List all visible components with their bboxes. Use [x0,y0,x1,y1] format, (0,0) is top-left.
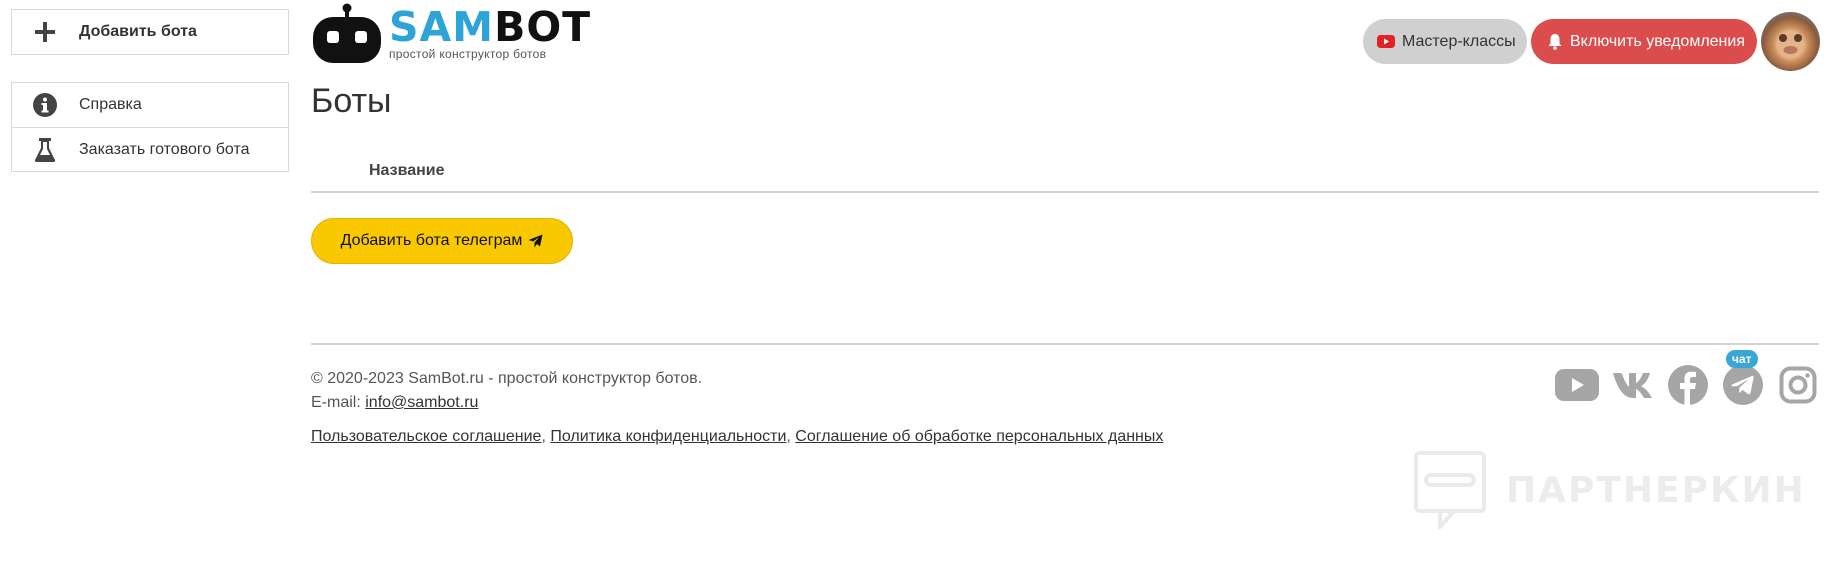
partnerkin-text: ПАРТНЕРКИН [1506,469,1806,511]
sidebar-item-label: Заказать готового бота [79,140,250,158]
privacy-policy-link[interactable]: Политика конфиденциальности [550,428,786,445]
plus-icon [30,17,60,47]
partnerkin-logo-icon [1414,451,1486,529]
add-telegram-bot-label: Добавить бота телеграм [340,232,523,249]
personal-data-agreement-link[interactable]: Соглашение об обработке персональных дан… [795,428,1163,445]
instagram-social-icon[interactable] [1777,364,1819,406]
table-divider [311,191,1819,193]
logo-bot: BOT [494,3,592,51]
enable-notifications-button[interactable]: Включить уведомления [1531,19,1757,64]
email-label: E-mail: [311,394,366,411]
youtube-social-icon[interactable] [1555,364,1599,406]
paper-plane-icon [528,234,543,248]
master-classes-button[interactable]: Мастер-классы [1363,19,1527,64]
chat-badge: чат [1726,350,1758,368]
bell-icon [1547,33,1563,50]
info-icon [30,90,60,120]
social-links: чат [1555,350,1827,406]
logo-sam: SAM [389,3,495,51]
email-link[interactable]: info@sambot.ru [365,394,478,411]
facebook-social-icon[interactable] [1667,364,1709,406]
sidebar-item-order-bot[interactable]: Заказать готового бота [12,127,288,171]
add-bot-label: Добавить бота [79,23,197,40]
youtube-icon [1377,35,1395,48]
user-avatar[interactable] [1761,12,1820,71]
robot-logo-icon [313,3,381,63]
copyright-text: © 2020-2023 SamBot.ru - простой конструк… [311,370,703,387]
flask-icon [30,135,60,165]
add-bot-button[interactable]: Добавить бота [12,10,288,54]
sidebar-item-label: Справка [79,96,142,113]
footer-copyright-block: © 2020-2023 SamBot.ru - простой конструк… [311,367,702,415]
column-header-name[interactable]: Название [369,162,445,180]
user-agreement-link[interactable]: Пользовательское соглашение [311,428,541,445]
logo[interactable]: SAMBOT простой конструктор ботов [311,3,591,65]
partnerkin-watermark: ПАРТНЕРКИН [1414,451,1806,529]
add-telegram-bot-button[interactable]: Добавить бота телеграм [311,218,573,264]
enable-notifications-label: Включить уведомления [1570,32,1745,50]
page-title: Боты [311,82,392,120]
sidebar-menu: Справка Заказать готового бота [11,82,289,172]
footer-divider [311,343,1819,345]
master-classes-label: Мастер-классы [1402,32,1516,50]
sidebar-item-help[interactable]: Справка [12,83,288,127]
vk-social-icon[interactable] [1612,364,1654,406]
legal-links: Пользовательское соглашение, Политика ко… [311,428,1164,445]
telegram-chat-icon[interactable]: чат [1722,350,1764,406]
sidebar-add-group: Добавить бота [11,9,289,55]
